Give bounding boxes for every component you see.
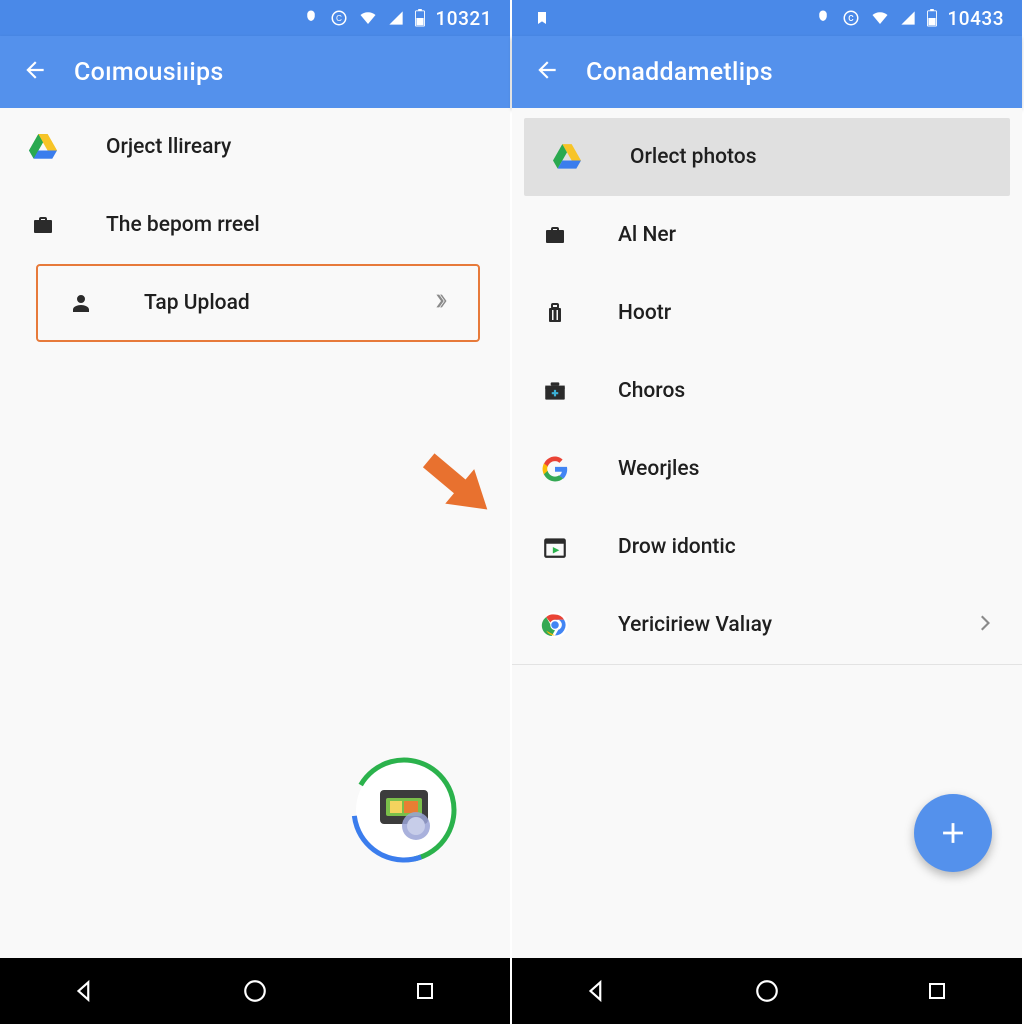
priority-icon <box>814 9 832 27</box>
list-item-highlighted[interactable]: Tap Upload <box>36 264 480 342</box>
status-bar: C 10433 <box>512 0 1022 36</box>
back-button[interactable] <box>534 57 560 87</box>
chrome-icon <box>538 611 572 639</box>
list: Orject llireary The bepom rreel Tap Uplo… <box>0 108 510 958</box>
list-item[interactable]: Yericiriew Valıay <box>512 586 1022 664</box>
copyright-icon: C <box>330 9 348 27</box>
divider <box>512 664 1022 665</box>
list-item-label: Yericiriew Valıay <box>618 613 772 637</box>
list-item-label: Orject llireary <box>106 135 231 159</box>
list-item[interactable]: Orlect photos <box>524 118 1010 196</box>
list-item-label: Weorjles <box>618 457 699 481</box>
list-item[interactable]: Drow idontic <box>512 508 1022 586</box>
google-g-icon <box>538 456 572 482</box>
signal-icon <box>388 9 404 27</box>
chevron-right-icon <box>430 290 452 316</box>
wifi-icon <box>358 9 378 27</box>
person-icon <box>64 291 98 315</box>
upload-progress-fab[interactable] <box>348 754 460 866</box>
app-bar: Conaddametlips <box>512 36 1022 108</box>
list-item-label: Orlect photos <box>630 145 757 169</box>
nav-bar <box>512 958 1022 1024</box>
briefcase-icon <box>26 213 60 237</box>
status-clock: 10433 <box>948 7 1005 30</box>
list-item[interactable]: Hootr <box>512 274 1022 352</box>
page-title: Coımousiıips <box>74 58 224 87</box>
app-bar: Coımousiıips <box>0 36 510 108</box>
list-item-label: Al Ner <box>618 223 676 247</box>
back-button[interactable] <box>22 57 48 87</box>
nav-home-button[interactable] <box>752 976 782 1006</box>
status-bar: C 10321 <box>0 0 510 36</box>
svg-text:C: C <box>848 14 854 24</box>
nav-bar <box>0 958 510 1024</box>
list-item-label: The bepom rreel <box>106 213 260 237</box>
list-item[interactable]: Al Ner <box>512 196 1022 274</box>
fab-add-button[interactable] <box>914 794 992 872</box>
right-screen: C 10433 Conaddametlips Orlect photos <box>512 0 1024 1024</box>
list: Orlect photos Al Ner Hootr Choros Weorjl <box>512 108 1022 958</box>
priority-icon <box>302 9 320 27</box>
medkit-icon <box>538 378 572 404</box>
list-item[interactable]: Orject llireary <box>0 108 510 186</box>
list-item[interactable]: The bepom rreel <box>0 186 510 264</box>
list-item[interactable]: Choros <box>512 352 1022 430</box>
list-item-label: Hootr <box>618 301 671 325</box>
drive-icon <box>550 144 584 170</box>
nav-home-button[interactable] <box>240 976 270 1006</box>
nav-back-button[interactable] <box>70 976 100 1006</box>
list-item-label: Tap Upload <box>144 291 250 315</box>
luggage-icon <box>538 300 572 326</box>
nav-recent-button[interactable] <box>922 976 952 1006</box>
play-calendar-icon <box>538 534 572 560</box>
list-item[interactable]: Weorjles <box>512 430 1022 508</box>
copyright-icon: C <box>842 9 860 27</box>
status-clock: 10321 <box>436 7 493 30</box>
arrow-annotation <box>390 420 519 550</box>
list-item-label: Choros <box>618 379 685 403</box>
briefcase-icon <box>538 223 572 247</box>
list-item-label: Drow idontic <box>618 535 736 559</box>
wifi-icon <box>870 9 890 27</box>
svg-text:C: C <box>336 14 342 23</box>
chevron-right-icon <box>972 611 996 639</box>
drive-icon <box>26 134 60 160</box>
battery-icon <box>926 9 938 27</box>
bookmark-icon <box>534 9 550 27</box>
nav-recent-button[interactable] <box>410 976 440 1006</box>
signal-icon <box>900 9 916 27</box>
left-screen: C 10321 Coımousiıips Orject llireary <box>0 0 512 1024</box>
nav-back-button[interactable] <box>582 976 612 1006</box>
battery-icon <box>414 9 426 27</box>
page-title: Conaddametlips <box>586 58 773 87</box>
